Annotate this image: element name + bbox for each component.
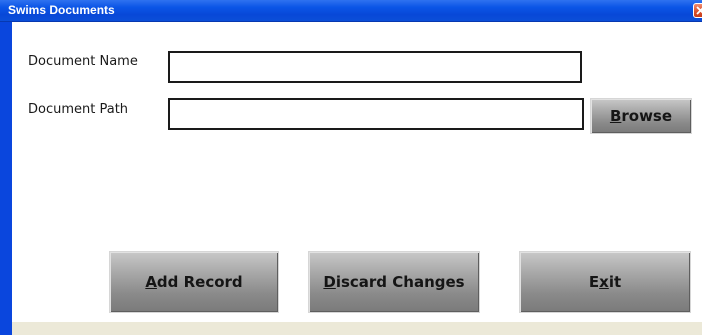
browse-button[interactable]: Browse	[590, 98, 692, 134]
document-path-input[interactable]	[168, 98, 584, 130]
add-record-button-label: dd Record	[156, 273, 243, 291]
close-icon	[696, 6, 702, 15]
browse-button-label: rowse	[621, 107, 673, 125]
discard-changes-button-label: iscard Changes	[335, 273, 465, 291]
discard-changes-button-mnemonic: D	[323, 273, 336, 291]
close-button[interactable]	[693, 3, 702, 18]
exit-button[interactable]: Ex it	[519, 251, 691, 313]
document-path-label: Document Path	[28, 102, 129, 117]
window-title: Swims Documents	[8, 3, 115, 17]
exit-button-mnemonic: x	[599, 273, 609, 291]
add-record-button[interactable]: Add Record	[109, 251, 279, 313]
discard-changes-button[interactable]: Discard Changes	[308, 251, 480, 313]
exit-button-label: it	[608, 273, 622, 291]
title-bar[interactable]: Swims Documents	[0, 0, 702, 22]
form-panel: Document Name Document Path Browse Add R…	[12, 22, 702, 322]
browse-button-mnemonic: B	[609, 107, 622, 125]
add-record-button-mnemonic: A	[145, 273, 157, 291]
document-name-label: Document Name	[28, 54, 138, 69]
document-name-input[interactable]	[168, 51, 582, 83]
exit-button-prefix: E	[588, 273, 600, 291]
status-strip	[12, 322, 702, 335]
swims-documents-window: Swims Documents Document Name Document P…	[0, 0, 702, 335]
